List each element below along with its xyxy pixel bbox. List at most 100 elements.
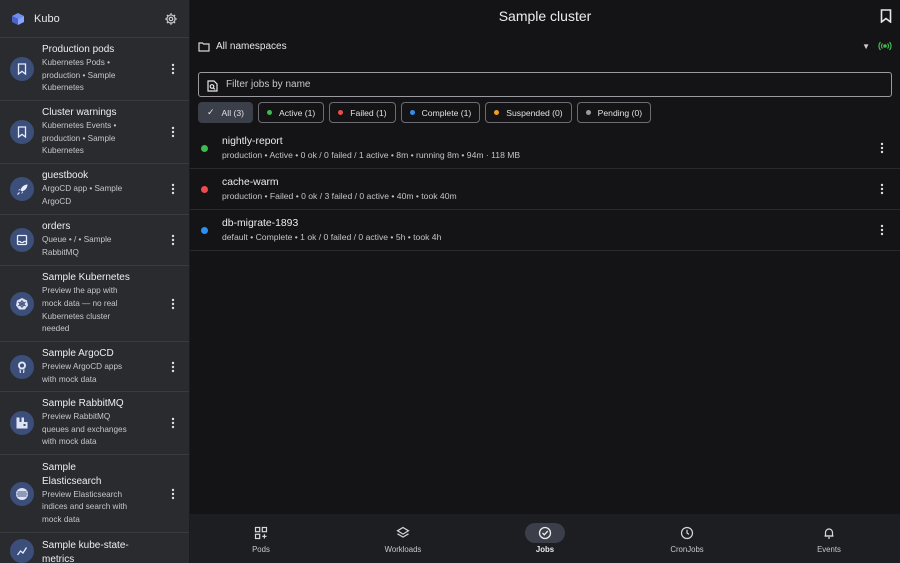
nav-tab-cronjobs[interactable]: CronJobs [616,514,758,563]
chevron-down-icon[interactable]: ▼ [862,42,870,51]
settings-gear-icon[interactable] [163,11,179,27]
bookmark-icon [10,57,34,81]
more-vert-icon[interactable] [165,57,181,81]
sidebar-item[interactable]: Sample ArgoCD Preview ArgoCD apps with moc… [0,342,189,392]
nav-tab-events[interactable]: Events [758,514,900,563]
main-panel: Sample cluster All namespaces ▼ ✓ All (3)… [190,0,900,563]
bookmark-icon[interactable] [880,9,892,24]
more-vert-icon[interactable] [165,292,181,316]
status-dot [585,110,591,115]
more-vert-icon[interactable] [165,482,181,506]
status-dot [201,226,208,234]
job-meta: production • Failed • 0 ok / 3 failed / … [222,191,457,201]
job-name: cache-warm [222,177,279,188]
nav-tab-workloads[interactable]: Workloads [332,514,474,563]
filter-chip-label: Pending (0) [597,107,643,118]
more-vert-icon[interactable] [874,177,890,201]
filter-chip[interactable]: Complete (1) [400,102,481,123]
sidebar-item-name: Sample RabbitMQ [42,398,124,410]
sidebar-item-description: production • Sample [42,133,116,143]
kubernetes-icon [10,291,34,316]
filter-chip[interactable]: Failed (1) [329,102,396,123]
job-row[interactable]: nightly-report production • Active • 0 ok… [190,128,900,169]
status-dot [338,110,344,115]
search-box[interactable] [198,72,892,97]
folder-icon [198,40,210,52]
sidebar-item-description: Kubernetes [42,83,84,93]
sidebar-item[interactable]: Sample kube-state-metrics [0,533,189,563]
filter-chip[interactable]: Pending (0) [576,102,652,123]
nav-tab-pods[interactable]: Pods [190,514,332,563]
sidebar-item-description: Preview the app with [42,286,118,296]
status-dot [201,144,208,152]
filter-chip[interactable]: Active (1) [258,102,325,123]
top-bar: Sample cluster [190,0,900,32]
nav-tab-label: Pods [252,545,270,554]
clock-icon [667,523,707,543]
more-vert-icon[interactable] [165,228,181,252]
filter-chip[interactable]: Suspended (0) [485,102,572,123]
sidebar-item-name: Sample kube-state-metrics [42,540,129,563]
sidebar-item-text: Sample kube-state-metrics [42,539,181,563]
namespace-selector[interactable]: All namespaces ▼ [190,32,900,60]
sidebar-list: Production pods Kubernetes Pods • producti… [0,38,189,563]
filter-chip-label: Complete (1) [421,107,472,118]
sidebar-item-description: Preview RabbitMQ [42,412,111,422]
check-circle-icon [525,523,565,543]
sidebar-item[interactable]: Cluster warnings Kubernetes Events • produ… [0,101,189,164]
sidebar-item[interactable]: Sample Kubernetes Preview the app with moc… [0,266,189,342]
sidebar-item-name: Production pods [42,44,115,56]
status-dot [201,185,208,193]
job-name: db-migrate-1893 [222,218,299,229]
nav-tab-jobs[interactable]: Jobs [474,514,616,563]
more-vert-icon[interactable] [165,411,181,435]
job-row[interactable]: db-migrate-1893 default • Complete • 1 ok… [190,210,900,251]
filter-chip[interactable]: ✓ All (3) [198,102,253,123]
sidebar-item-description: production • Sample [42,70,116,80]
sidebar-item[interactable]: Production pods Kubernetes Pods • producti… [0,38,189,101]
sidebar-item-description: queues and exchanges [42,424,127,434]
more-vert-icon[interactable] [165,355,181,379]
more-vert-icon[interactable] [165,177,181,201]
sidebar-item-description: with mock data [42,437,97,447]
job-text: db-migrate-1893 default • Complete • 1 ok… [222,216,874,244]
more-vert-icon[interactable] [165,120,181,144]
job-row[interactable]: cache-warm production • Failed • 0 ok / 3… [190,169,900,210]
sidebar-item[interactable]: Sample Elasticsearch Preview Elasticsearc… [0,455,189,533]
page-title: Sample cluster [498,8,592,24]
sidebar-item-description: mock data — no real [42,298,118,308]
sidebar-item-text: Production pods Kubernetes Pods • producti… [42,43,165,95]
sidebar-item-text: Sample Elasticsearch Preview Elasticsearc… [42,461,165,527]
sidebar-item[interactable]: orders Queue • / • Sample RabbitMQ [0,215,189,266]
kubo-logo-icon [10,11,26,27]
jobs-list: nightly-report production • Active • 0 ok… [190,128,900,251]
sidebar-item-text: guestbook ArgoCD app • Sample ArgoCD [42,169,165,208]
sidebar-item-description: RabbitMQ [42,248,79,257]
more-vert-icon[interactable] [874,136,890,160]
sidebar-item-name: guestbook [42,170,89,182]
filter-chips: ✓ All (3) Active (1) Failed (1) Complete (1)… [198,102,652,123]
sidebar-item-text: Cluster warnings Kubernetes Events • produ… [42,106,165,158]
sidebar-item-description: Preview ArgoCD apps [42,361,123,371]
sidebar-item-description: with mock data [42,374,97,384]
sidebar-item[interactable]: guestbook ArgoCD app • Sample ArgoCD [0,164,189,215]
sidebar-item-name: orders [42,221,71,233]
nav-tab-label: Workloads [384,545,422,554]
rocket-icon [10,177,34,201]
sidebar-header: Kubo [0,0,189,38]
sidebar-item-text: Sample RabbitMQ Preview RabbitMQ queues an… [42,397,165,449]
job-meta: production • Active • 0 ok / 0 failed / … [222,150,521,160]
sidebar-item-description: Kubernetes Pods • [42,58,110,68]
search-input[interactable] [226,79,883,90]
status-dot [409,110,415,115]
job-text: cache-warm production • Failed • 0 ok / 3… [222,175,874,203]
more-vert-icon[interactable] [874,218,890,242]
rabbitmq-icon [10,411,34,435]
sidebar-item[interactable]: Sample RabbitMQ Preview RabbitMQ queues an… [0,392,189,455]
sidebar-item-name: Cluster warnings [42,107,117,119]
search-document-icon [207,79,218,92]
live-signal-icon[interactable] [878,40,892,52]
sidebar: Kubo Production pods Kubernetes Pods • pro… [0,0,190,563]
sidebar-item-description: mock data [42,514,80,524]
filter-chip-label: Active (1) [279,107,316,118]
